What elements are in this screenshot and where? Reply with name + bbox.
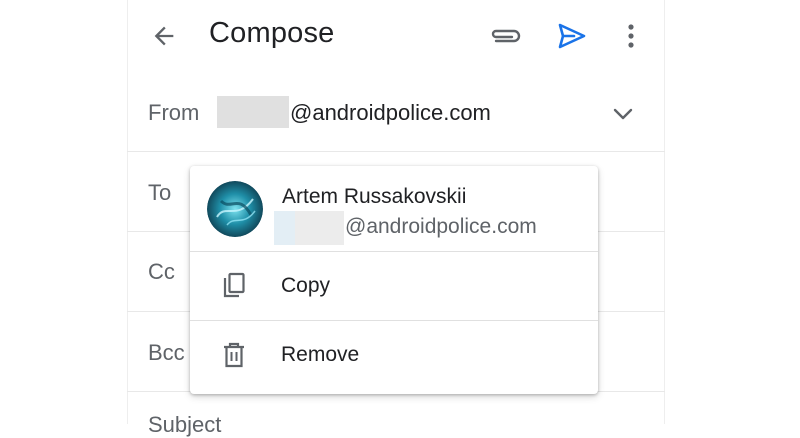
to-label: To [148,180,172,205]
menu-item-label: Remove [281,343,360,366]
arrow-back-icon [154,26,174,46]
more-vert-icon [628,24,634,48]
from-account-dropdown[interactable] [609,100,637,128]
subject-label: Subject [148,412,222,437]
delete-icon [220,341,248,369]
paperclip-icon [491,29,521,43]
avatar [207,181,263,237]
redacted-contact-username [274,211,344,245]
screen-right-edge [664,0,665,424]
more-options-button[interactable] [620,20,642,52]
menu-item-copy[interactable]: Copy [190,252,598,320]
attach-button[interactable] [488,20,522,52]
divider [127,151,665,152]
from-label: From [148,100,200,125]
back-button[interactable] [148,20,180,52]
contact-email: @androidpolice.com [345,215,537,238]
send-button[interactable] [555,20,589,52]
cc-label: Cc [148,259,175,284]
page-title: Compose [209,17,335,49]
redacted-from-username [217,96,289,128]
menu-item-label: Copy [281,274,331,297]
menu-item-remove[interactable]: Remove [190,321,598,389]
chevron-down-icon [613,108,633,120]
copy-icon [220,272,248,300]
screen-left-edge [127,0,128,424]
bcc-label: Bcc [148,340,185,365]
from-address[interactable]: @androidpolice.com [290,100,491,126]
contact-popup-menu: Artem Russakovskii @androidpolice.com Co… [190,166,598,394]
contact-name: Artem Russakovskii [282,185,467,208]
send-icon [558,23,586,49]
